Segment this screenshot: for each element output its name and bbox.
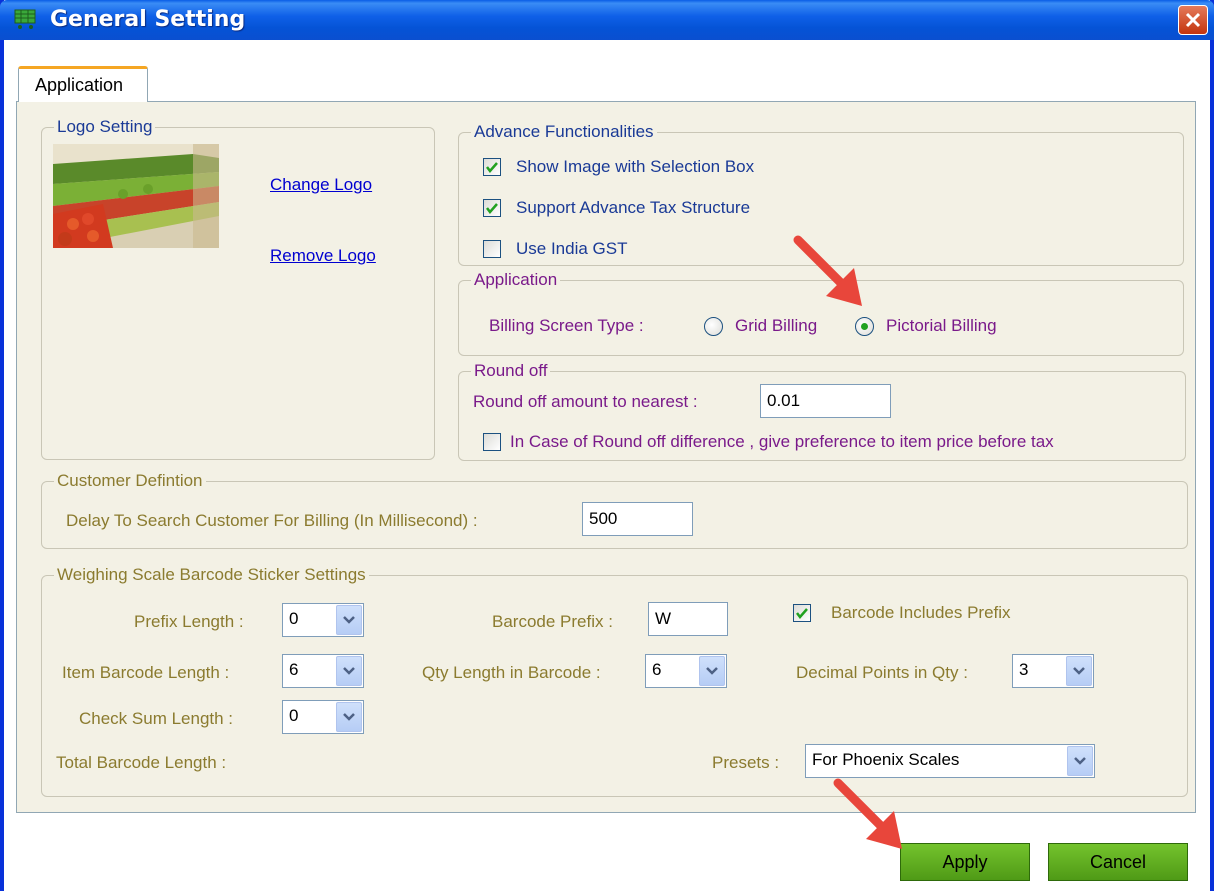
round-off-preference-label: In Case of Round off difference , give p… (510, 432, 1054, 451)
barcode-prefix-input[interactable]: W (648, 602, 728, 636)
presets-label: Presets : (712, 753, 780, 772)
billing-screen-type-label: Billing Screen Type : (489, 316, 644, 335)
barcode-includes-prefix-label: Barcode Includes Prefix (831, 603, 1011, 622)
barcode-includes-prefix-checkbox[interactable] (793, 604, 811, 622)
annotation-arrow-apply (833, 778, 902, 849)
remove-logo-link[interactable]: Remove Logo (270, 246, 376, 266)
india-gst-label: Use India GST (516, 239, 628, 258)
advance-tax-label: Support Advance Tax Structure (516, 198, 751, 217)
show-image-label: Show Image with Selection Box (516, 157, 755, 176)
prefix-length-label: Prefix Length : (134, 612, 244, 631)
logo-image (53, 144, 219, 248)
decimal-points-value: 3 (1019, 660, 1029, 679)
tab-strip: Application (16, 66, 1196, 102)
total-barcode-length-label: Total Barcode Length : (56, 753, 227, 772)
check-sum-length-label: Check Sum Length : (79, 709, 234, 728)
item-barcode-length-select[interactable]: 6 (282, 654, 364, 688)
pictorial-billing-label: Pictorial Billing (886, 316, 997, 335)
window-title: General Setting (50, 7, 246, 32)
cancel-button[interactable]: Cancel (1048, 843, 1188, 881)
round-off-amount-label: Round off amount to nearest : (473, 392, 698, 411)
check-icon (796, 608, 808, 619)
customer-definition-group: Customer Defintion Delay To Search Custo… (41, 470, 1188, 549)
chevron-down-icon[interactable] (699, 656, 725, 686)
item-barcode-length-value: 6 (289, 660, 299, 679)
advance-tax-checkbox[interactable] (483, 199, 501, 217)
chevron-down-icon[interactable] (336, 605, 362, 635)
change-logo-link[interactable]: Change Logo (270, 175, 372, 195)
round-off-preference-checkbox[interactable] (483, 433, 501, 451)
grid-billing-radio[interactable] (704, 317, 723, 336)
qty-length-value: 6 (652, 660, 662, 679)
customer-definition-legend: Customer Defintion (54, 470, 206, 492)
close-button[interactable] (1178, 5, 1208, 35)
tab-label: Application (35, 75, 124, 95)
barcode-prefix-label: Barcode Prefix : (492, 612, 613, 631)
radio-dot (861, 323, 868, 330)
qty-length-select[interactable]: 6 (645, 654, 727, 688)
round-off-group: Round off Round off amount to nearest : … (458, 360, 1186, 461)
presets-select[interactable]: For Phoenix Scales (805, 744, 1095, 778)
title-bar[interactable]: General Setting (0, 0, 1214, 40)
qty-length-label: Qty Length in Barcode : (422, 663, 601, 682)
shopping-cart-icon (14, 8, 38, 30)
close-icon (1185, 12, 1201, 28)
chevron-down-icon[interactable] (1066, 656, 1092, 686)
check-icon (486, 162, 498, 173)
chevron-down-icon[interactable] (336, 656, 362, 686)
check-sum-length-select[interactable]: 0 (282, 700, 364, 734)
round-off-amount-input[interactable]: 0.01 (760, 384, 891, 418)
chevron-down-icon[interactable] (336, 702, 362, 732)
tab-application[interactable]: Application (18, 66, 148, 102)
round-off-legend: Round off (471, 360, 551, 382)
prefix-length-select[interactable]: 0 (282, 603, 364, 637)
annotation-arrow-pictorial (793, 235, 862, 306)
delay-search-label: Delay To Search Customer For Billing (In… (66, 511, 478, 530)
check-sum-length-value: 0 (289, 706, 299, 725)
prefix-length-value: 0 (289, 609, 299, 628)
advance-functionalities-legend: Advance Functionalities (471, 121, 657, 143)
decimal-points-select[interactable]: 3 (1012, 654, 1094, 688)
show-image-checkbox[interactable] (483, 158, 501, 176)
decimal-points-label: Decimal Points in Qty : (796, 663, 968, 682)
check-icon (486, 203, 498, 214)
logo-setting-legend: Logo Setting (54, 116, 156, 138)
weighing-scale-group: Weighing Scale Barcode Sticker Settings … (41, 564, 1188, 797)
india-gst-checkbox[interactable] (483, 240, 501, 258)
presets-value: For Phoenix Scales (812, 750, 960, 769)
delay-search-input[interactable]: 500 (582, 502, 693, 536)
application-legend: Application (471, 269, 561, 291)
item-barcode-length-label: Item Barcode Length : (62, 663, 230, 682)
weighing-scale-legend: Weighing Scale Barcode Sticker Settings (54, 564, 369, 586)
chevron-down-icon[interactable] (1067, 746, 1093, 776)
tab-panel-application: Logo Setting Change Logo Remove Logo Adv… (16, 101, 1196, 813)
logo-setting-group: Logo Setting Change Logo Remove Logo (41, 116, 435, 460)
